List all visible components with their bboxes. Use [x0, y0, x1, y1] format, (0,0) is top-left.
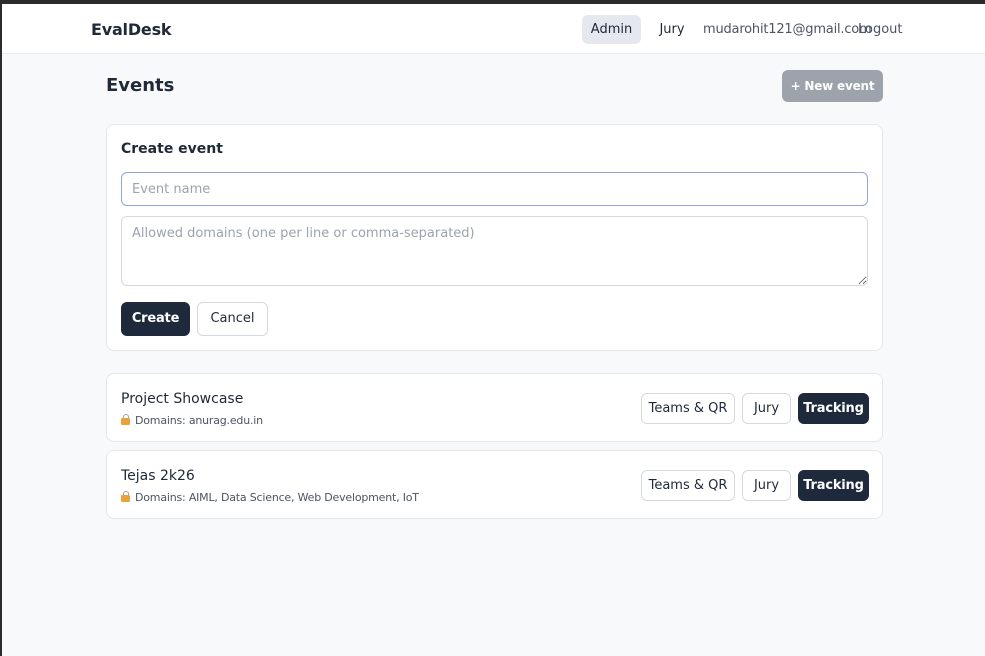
lock-icon — [121, 491, 130, 502]
event-name-input[interactable] — [121, 172, 868, 206]
event-card-tejas-2k26: Tejas 2k26 Domains: AIML, Data Science, … — [106, 450, 883, 519]
teams-qr-button[interactable]: Teams & QR — [641, 393, 735, 424]
event-jury-button[interactable]: Jury — [742, 393, 791, 424]
lock-icon — [121, 414, 130, 425]
navbar: EvalDesk Admin Jury mudarohit121@gmail.c… — [2, 4, 985, 54]
logout-button[interactable]: Logout — [858, 22, 903, 37]
user-email: mudarohit121@gmail.com — [703, 22, 872, 37]
tracking-button[interactable]: Tracking — [798, 393, 869, 424]
tracking-button[interactable]: Tracking — [798, 470, 869, 501]
create-button[interactable]: Create — [121, 302, 190, 336]
allowed-domains-input[interactable] — [121, 216, 868, 286]
teams-qr-button[interactable]: Teams & QR — [641, 470, 735, 501]
create-event-card: Create event Create Cancel — [106, 124, 883, 351]
brand-logo[interactable]: EvalDesk — [91, 20, 172, 39]
event-domains-text: Domains: anurag.edu.in — [135, 414, 263, 427]
event-domains-text: Domains: AIML, Data Science, Web Develop… — [135, 491, 419, 504]
event-domains: Domains: AIML, Data Science, Web Develop… — [121, 491, 419, 504]
event-card-project-showcase: Project Showcase Domains: anurag.edu.in … — [106, 373, 883, 442]
event-domains: Domains: anurag.edu.in — [121, 414, 263, 427]
nav-admin-button[interactable]: Admin — [582, 15, 641, 44]
create-event-title: Create event — [121, 141, 223, 157]
nav-jury-button[interactable]: Jury — [650, 15, 694, 44]
event-jury-button[interactable]: Jury — [742, 470, 791, 501]
window-left-border — [0, 0, 2, 656]
new-event-button[interactable]: + New event — [782, 70, 883, 102]
event-name: Tejas 2k26 — [121, 468, 195, 484]
page-title: Events — [106, 75, 175, 96]
cancel-button[interactable]: Cancel — [197, 302, 268, 336]
event-name: Project Showcase — [121, 391, 244, 407]
